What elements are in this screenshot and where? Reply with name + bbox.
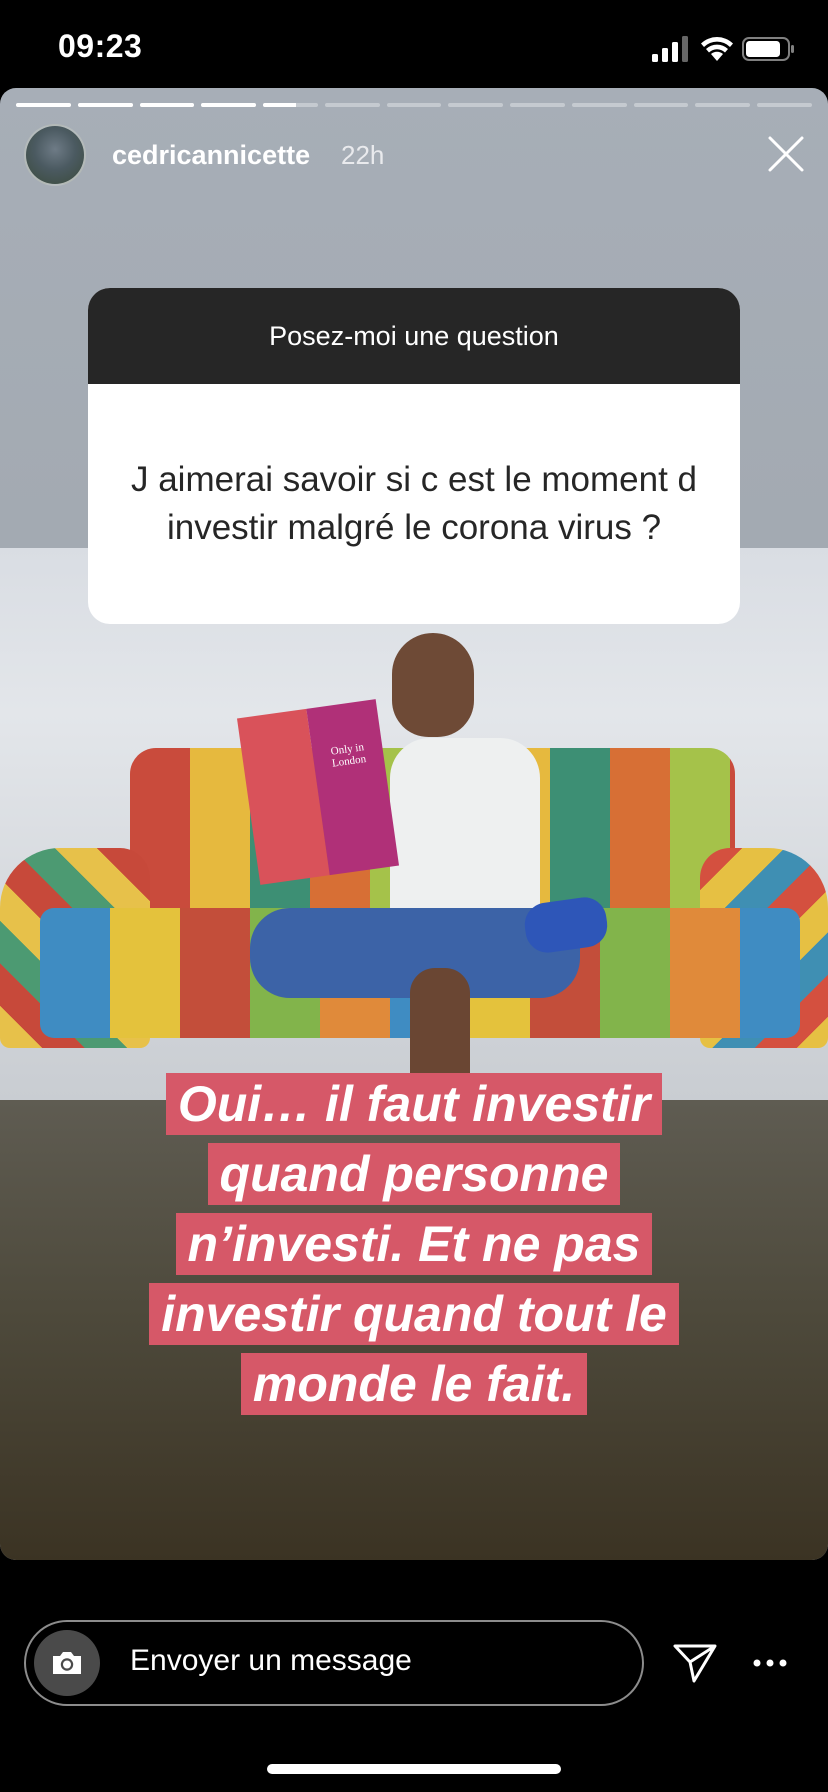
- story-progress-segment: [139, 103, 195, 107]
- send-icon[interactable]: [672, 1642, 718, 1684]
- story-progress-segment: [510, 103, 565, 107]
- camera-icon: [53, 1652, 81, 1674]
- question-text: J aimerai savoir si c est le moment d in…: [130, 460, 697, 547]
- story-progress-segment: [571, 103, 627, 107]
- story-age: 22h: [341, 140, 385, 170]
- book: Only in London: [236, 699, 400, 885]
- story-progress-segment: [16, 103, 71, 107]
- question-sticker-body: J aimerai savoir si c est le moment d in…: [88, 384, 740, 624]
- reply-bar: Envoyer un message: [0, 1600, 828, 1710]
- username[interactable]: cedricannicette: [112, 140, 310, 171]
- caption-line: n’investi. Et ne pas: [175, 1213, 653, 1275]
- status-bar: 09:23: [0, 0, 828, 88]
- more-icon[interactable]: [752, 1658, 788, 1668]
- status-time: 09:23: [58, 28, 143, 64]
- story-progress-segment: [757, 103, 812, 107]
- question-sticker-header-text: Posez-moi une question: [269, 320, 559, 351]
- message-input[interactable]: Envoyer un message: [24, 1620, 644, 1706]
- caption-line: quand personne: [207, 1143, 621, 1205]
- camera-button[interactable]: [34, 1630, 100, 1696]
- message-placeholder[interactable]: Envoyer un message: [130, 1644, 412, 1678]
- story-progress-segment: [324, 103, 380, 107]
- cellular-signal-icon: [652, 36, 688, 62]
- caption-line: investir quand tout le: [149, 1283, 679, 1345]
- man-head: [392, 633, 474, 737]
- story-progress-segment: [695, 103, 751, 107]
- question-sticker-header: Posez-moi une question: [88, 288, 740, 384]
- story-progress-segment: [77, 103, 133, 107]
- story-progress-segment: [448, 103, 504, 107]
- story-progress-segment: [386, 103, 442, 107]
- close-icon[interactable]: [766, 134, 806, 174]
- story-progress-segment: [201, 103, 257, 107]
- avatar[interactable]: [24, 124, 86, 186]
- wifi-icon: [701, 37, 733, 61]
- caption-line: Oui… il faut investir: [165, 1073, 663, 1135]
- caption-line: monde le fait.: [240, 1353, 588, 1415]
- story-caption: Oui… il faut investir quand personne n’i…: [0, 1073, 828, 1423]
- story-progress-segment: [263, 103, 318, 107]
- story-viewer[interactable]: Only in London cedricannicette 22h Posez…: [0, 88, 828, 1560]
- battery-icon: [742, 37, 794, 61]
- story-progress-bar: [16, 103, 812, 107]
- question-sticker: Posez-moi une question J aimerai savoir …: [88, 288, 740, 624]
- story-progress-segment: [633, 103, 689, 107]
- home-indicator: [267, 1764, 561, 1774]
